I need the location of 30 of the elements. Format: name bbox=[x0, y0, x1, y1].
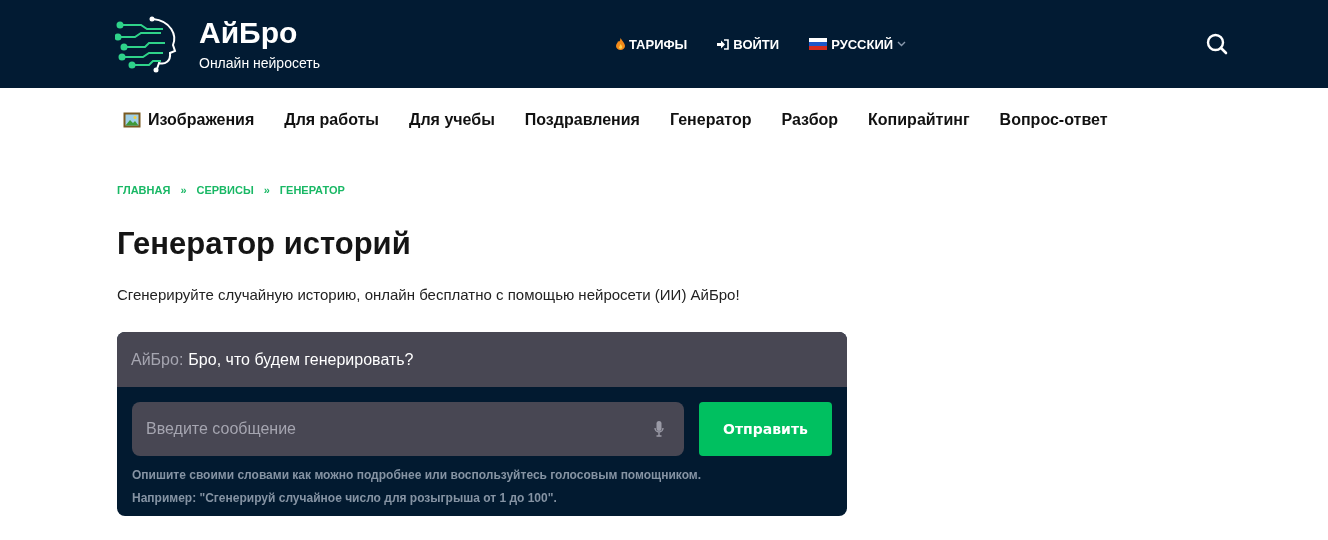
page-title: Генератор историй bbox=[117, 225, 412, 263]
nav-link[interactable]: ТАРИФЫ bbox=[615, 36, 688, 52]
menu-link[interactable]: Поздравления bbox=[524, 111, 640, 129]
nav-link[interactable]: ВОЙТИ bbox=[717, 36, 780, 52]
menu-link[interactable]: Для работы bbox=[284, 111, 380, 129]
login-icon bbox=[717, 38, 730, 50]
menu-link[interactable]: Копирайтинг bbox=[868, 111, 970, 129]
picture-frame-icon bbox=[123, 112, 141, 128]
speaker-name: АйБро: bbox=[131, 350, 184, 369]
hint-text: Опишите своими словами как можно подробнее или воспользуйтесь голосовым помощником. bbox=[132, 468, 703, 483]
bot-message: Бро, что будем генерировать? bbox=[188, 350, 414, 369]
circuit-head-logo-icon[interactable] bbox=[115, 15, 179, 73]
breadcrumb-separator: » bbox=[180, 184, 187, 196]
hint-text: Например: "Сгенерируй случайное число для розыгрыша от 1 до 100". bbox=[132, 491, 558, 506]
menu-link[interactable]: Для учебы bbox=[409, 111, 495, 129]
menu-link[interactable]: Генератор bbox=[669, 111, 752, 129]
message-field[interactable]: Введите сообщение bbox=[132, 402, 684, 456]
site-tagline: Онлайн нейросеть bbox=[199, 55, 320, 71]
menu-link[interactable]: Разбор bbox=[781, 111, 839, 129]
microphone-icon[interactable] bbox=[654, 421, 664, 437]
page-description: Сгенерируйте случайную историю, онлайн бесплатно с помощью нейросети (ИИ) АйБро! bbox=[117, 286, 741, 303]
menu-link[interactable]: Изображения bbox=[123, 111, 255, 129]
flame-icon bbox=[615, 38, 625, 50]
flag-icon bbox=[809, 38, 828, 50]
menu-link[interactable]: Вопрос-ответ bbox=[999, 111, 1108, 129]
chevron-down-icon bbox=[897, 41, 907, 47]
site-title[interactable]: АйБро bbox=[199, 17, 320, 49]
search-icon[interactable] bbox=[1206, 33, 1228, 55]
language-selector[interactable]: РУССКИЙ bbox=[809, 36, 907, 52]
breadcrumb-separator: » bbox=[263, 184, 270, 196]
